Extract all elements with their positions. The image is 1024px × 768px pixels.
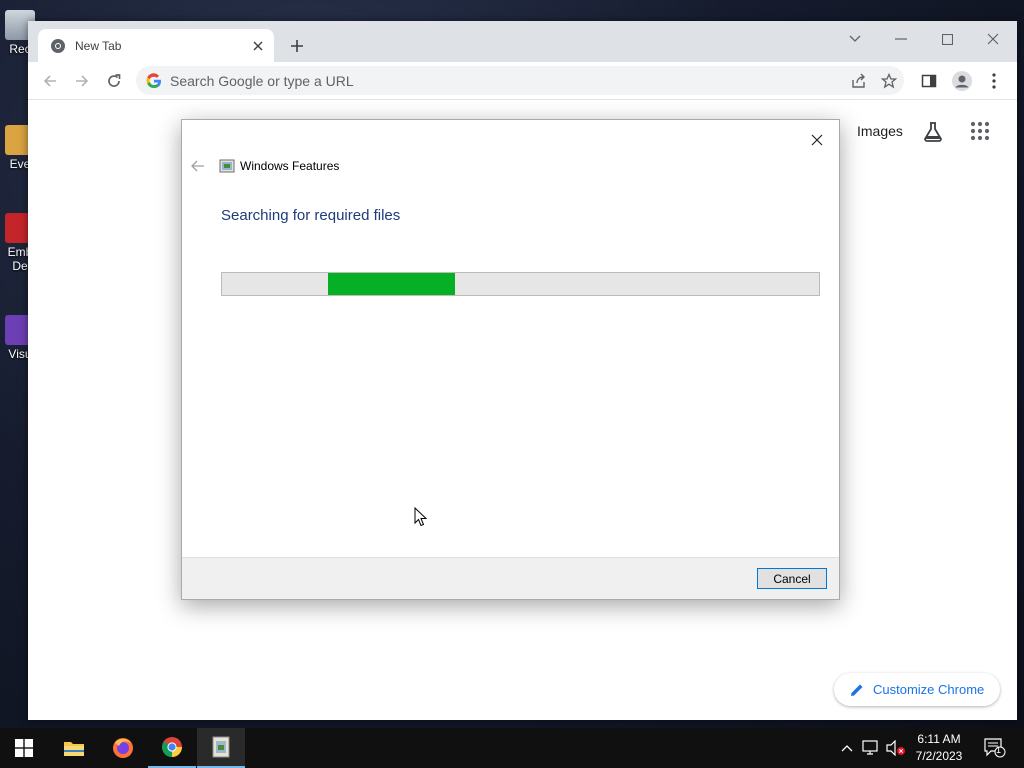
clock-time: 6:11 AM [917,732,961,746]
tab-new-tab[interactable]: New Tab [38,29,274,62]
volume-muted-icon [886,740,905,756]
plus-icon [291,40,303,52]
minimize-button[interactable] [883,25,919,53]
google-g-icon [146,72,162,89]
minimize-icon [895,38,907,40]
google-apps-icon[interactable] [970,121,994,145]
windows-features-dialog: Windows Features Searching for required … [181,119,840,600]
file-explorer-button[interactable] [50,728,98,768]
show-hidden-icons-button[interactable] [838,728,856,768]
progress-bar-fill [328,273,455,295]
omnibox[interactable]: Search Google or type a URL [136,66,904,95]
images-link[interactable]: Images [857,123,903,139]
firefox-button[interactable] [99,728,147,768]
browser-toolbar: Search Google or type a URL [28,62,1017,100]
chevron-up-icon [841,745,853,752]
file-explorer-icon [64,742,84,756]
chrome-favicon-icon [50,38,66,54]
arrow-right-icon [76,75,89,87]
omnibox-placeholder: Search Google or type a URL [170,72,354,89]
new-tab-button[interactable] [286,35,308,57]
profile-button[interactable] [948,67,976,95]
close-window-button[interactable] [975,25,1011,53]
star-icon [881,72,897,88]
bookmark-star-button[interactable] [874,67,904,95]
windows-logo-icon [15,739,33,757]
reload-button[interactable] [100,67,128,95]
dialog-heading: Searching for required files [221,207,401,224]
arrow-left-icon [191,160,204,172]
progress-bar [221,272,820,296]
clock-date: 7/2/2023 [915,749,963,763]
taskbar: 6:11 AM 7/2/2023 1 [0,728,1024,768]
action-center-button[interactable]: 1 [980,728,1010,768]
share-button[interactable] [844,67,874,95]
windows-features-icon [212,736,230,758]
dialog-footer: Cancel [182,557,839,599]
close-tab-icon[interactable] [248,36,268,56]
labs-flask-icon[interactable] [921,120,945,144]
pencil-icon [850,683,864,697]
dialog-title: Windows Features [240,159,340,173]
network-icon [862,740,878,755]
firefox-icon [113,738,133,758]
maximize-icon [941,33,953,45]
mouse-cursor-icon [414,506,428,527]
forward-button[interactable] [68,67,96,95]
windows-features-taskbar-button[interactable] [197,728,245,768]
arrow-left-icon [43,75,56,87]
cancel-button[interactable]: Cancel [757,568,827,589]
chrome-icon [162,737,182,758]
taskbar-clock[interactable]: 6:11 AM 7/2/2023 [904,731,974,765]
customize-chrome-button[interactable]: Customize Chrome [834,673,1000,706]
dialog-back-button[interactable] [188,156,208,176]
notification-icon [984,738,1006,758]
customize-chrome-label: Customize Chrome [873,682,985,697]
chevron-down-icon [849,35,861,42]
maximize-button[interactable] [929,25,965,53]
tab-title: New Tab [75,38,122,53]
tab-strip: New Tab [28,21,1017,62]
chrome-button[interactable] [148,728,196,768]
share-icon [852,73,865,88]
side-panel-icon [921,74,937,88]
windows-features-icon [219,158,235,174]
reload-icon [108,74,121,87]
close-icon [987,33,999,45]
network-button[interactable] [860,728,882,768]
more-vert-icon [992,73,996,89]
dialog-close-button[interactable] [803,126,831,154]
close-icon [811,134,823,146]
avatar-icon [952,71,972,91]
notification-count-badge: 1 [996,745,1002,755]
side-panel-button[interactable] [915,67,943,95]
chrome-menu-button[interactable] [980,67,1008,95]
tab-search-button[interactable] [837,25,873,53]
start-button[interactable] [0,728,48,768]
back-button[interactable] [36,67,64,95]
